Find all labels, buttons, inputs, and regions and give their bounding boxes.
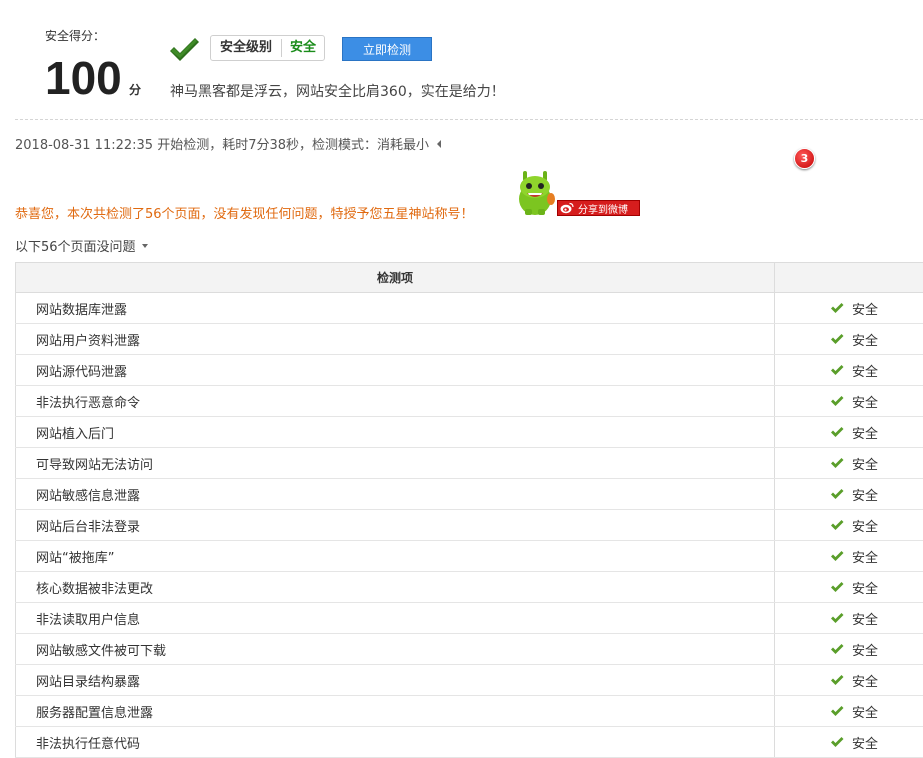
check-item-name: 非法读取用户信息 bbox=[16, 603, 775, 634]
notification-badge[interactable]: 3 bbox=[794, 148, 815, 169]
check-item-status: 安全 bbox=[775, 572, 923, 603]
table-row: 网站用户资料泄露 安全 bbox=[16, 324, 923, 355]
security-level-box: 安全级别 安全 bbox=[210, 35, 325, 61]
table-row: 网站植入后门 安全 bbox=[16, 417, 923, 448]
check-item-status: 安全 bbox=[775, 324, 923, 355]
table-row: 核心数据被非法更改 安全 bbox=[16, 572, 923, 603]
check-item-status: 安全 bbox=[775, 510, 923, 541]
table-row: 网站敏感信息泄露 安全 bbox=[16, 479, 923, 510]
check-icon bbox=[830, 736, 844, 748]
check-item-name: 网站用户资料泄露 bbox=[16, 324, 775, 355]
check-icon bbox=[830, 426, 844, 438]
security-level-label: 安全级别 bbox=[211, 39, 282, 57]
table-row: 网站源代码泄露 安全 bbox=[16, 355, 923, 386]
congrats-message: 恭喜您，本次共检测了56个页面，没有发现任何问题，特授予您五星神站称号！ bbox=[15, 203, 474, 222]
table-row: 可导致网站无法访问 安全 bbox=[16, 448, 923, 479]
status-text: 安全 bbox=[852, 733, 878, 752]
check-icon bbox=[830, 612, 844, 624]
check-icon bbox=[830, 395, 844, 407]
status-text: 安全 bbox=[852, 516, 878, 535]
table-row: 网站后台非法登录 安全 bbox=[16, 510, 923, 541]
check-icon bbox=[830, 457, 844, 469]
list-header-text: 以下56个页面没问题 bbox=[15, 236, 136, 255]
check-item-name: 网站植入后门 bbox=[16, 417, 775, 448]
status-text: 安全 bbox=[852, 702, 878, 721]
column-header-item: 检测项 bbox=[16, 263, 775, 293]
check-item-status: 安全 bbox=[775, 355, 923, 386]
status-text: 安全 bbox=[852, 671, 878, 690]
scan-info-text: 2018-08-31 11:22:35 开始检测，耗时7分38秒，检测模式：消耗… bbox=[15, 134, 429, 153]
check-icon bbox=[830, 550, 844, 562]
score-value: 100 bbox=[45, 50, 122, 106]
column-header-status bbox=[775, 263, 923, 293]
status-text: 安全 bbox=[852, 330, 878, 349]
check-icon bbox=[830, 643, 844, 655]
check-icon bbox=[830, 519, 844, 531]
check-item-name: 网站敏感信息泄露 bbox=[16, 479, 775, 510]
table-row: 网站“被拖库” 安全 bbox=[16, 541, 923, 572]
check-item-name: 网站目录结构暴露 bbox=[16, 665, 775, 696]
security-level-value: 安全 bbox=[282, 39, 324, 57]
status-text: 安全 bbox=[852, 609, 878, 628]
check-item-name: 网站敏感文件被可下载 bbox=[16, 634, 775, 665]
check-item-status: 安全 bbox=[775, 603, 923, 634]
status-text: 安全 bbox=[852, 547, 878, 566]
check-icon bbox=[830, 302, 844, 314]
table-header-row: 检测项 bbox=[16, 263, 923, 293]
check-item-name: 网站源代码泄露 bbox=[16, 355, 775, 386]
table-row: 非法执行恶意命令 安全 bbox=[16, 386, 923, 417]
check-item-name: 非法执行恶意命令 bbox=[16, 386, 775, 417]
check-item-name: 可导致网站无法访问 bbox=[16, 448, 775, 479]
check-icon bbox=[830, 674, 844, 686]
check-icon bbox=[830, 705, 844, 717]
check-item-name: 网站后台非法登录 bbox=[16, 510, 775, 541]
score-unit: 分 bbox=[129, 81, 141, 98]
detect-now-button[interactable]: 立即检测 bbox=[342, 37, 432, 61]
check-item-name: 服务器配置信息泄露 bbox=[16, 696, 775, 727]
status-text: 安全 bbox=[852, 485, 878, 504]
check-icon bbox=[168, 36, 200, 64]
share-weibo-label: 分享到微博 bbox=[578, 201, 628, 216]
divider bbox=[15, 119, 923, 120]
table-row: 服务器配置信息泄露 安全 bbox=[16, 696, 923, 727]
status-text: 安全 bbox=[852, 578, 878, 597]
table-row: 网站目录结构暴露 安全 bbox=[16, 665, 923, 696]
check-item-name: 网站数据库泄露 bbox=[16, 293, 775, 324]
check-item-status: 安全 bbox=[775, 417, 923, 448]
check-icon bbox=[830, 364, 844, 376]
status-text: 安全 bbox=[852, 454, 878, 473]
results-table: 检测项 网站数据库泄露安全网站用户资料泄露安全网站源代码泄露安全非法执行恶意命令… bbox=[15, 262, 923, 758]
status-text: 安全 bbox=[852, 423, 878, 442]
check-item-status: 安全 bbox=[775, 541, 923, 572]
check-item-name: 网站“被拖库” bbox=[16, 541, 775, 572]
caret-left-icon[interactable] bbox=[437, 140, 441, 148]
scan-info: 2018-08-31 11:22:35 开始检测，耗时7分38秒，检测模式：消耗… bbox=[15, 134, 441, 153]
check-item-status: 安全 bbox=[775, 293, 923, 324]
check-item-status: 安全 bbox=[775, 479, 923, 510]
status-text: 安全 bbox=[852, 299, 878, 318]
table-row: 网站敏感文件被可下载 安全 bbox=[16, 634, 923, 665]
check-item-status: 安全 bbox=[775, 386, 923, 417]
caret-down-icon bbox=[142, 244, 148, 248]
score-label: 安全得分： bbox=[45, 27, 105, 44]
list-header-toggle[interactable]: 以下56个页面没问题 bbox=[15, 236, 148, 255]
check-icon bbox=[830, 581, 844, 593]
check-icon bbox=[830, 488, 844, 500]
check-item-status: 安全 bbox=[775, 696, 923, 727]
check-item-name: 核心数据被非法更改 bbox=[16, 572, 775, 603]
check-item-status: 安全 bbox=[775, 634, 923, 665]
check-item-status: 安全 bbox=[775, 448, 923, 479]
tagline: 神马黑客都是浮云，网站安全比肩360，实在是给力！ bbox=[170, 81, 505, 101]
mascot-icon bbox=[514, 169, 556, 217]
status-text: 安全 bbox=[852, 392, 878, 411]
status-text: 安全 bbox=[852, 361, 878, 380]
weibo-icon bbox=[560, 202, 574, 214]
status-text: 安全 bbox=[852, 640, 878, 659]
check-item-status: 安全 bbox=[775, 665, 923, 696]
share-weibo-button[interactable]: 分享到微博 bbox=[557, 200, 640, 216]
table-row: 非法读取用户信息 安全 bbox=[16, 603, 923, 634]
table-row: 网站数据库泄露 安全 bbox=[16, 293, 923, 324]
check-icon bbox=[830, 333, 844, 345]
